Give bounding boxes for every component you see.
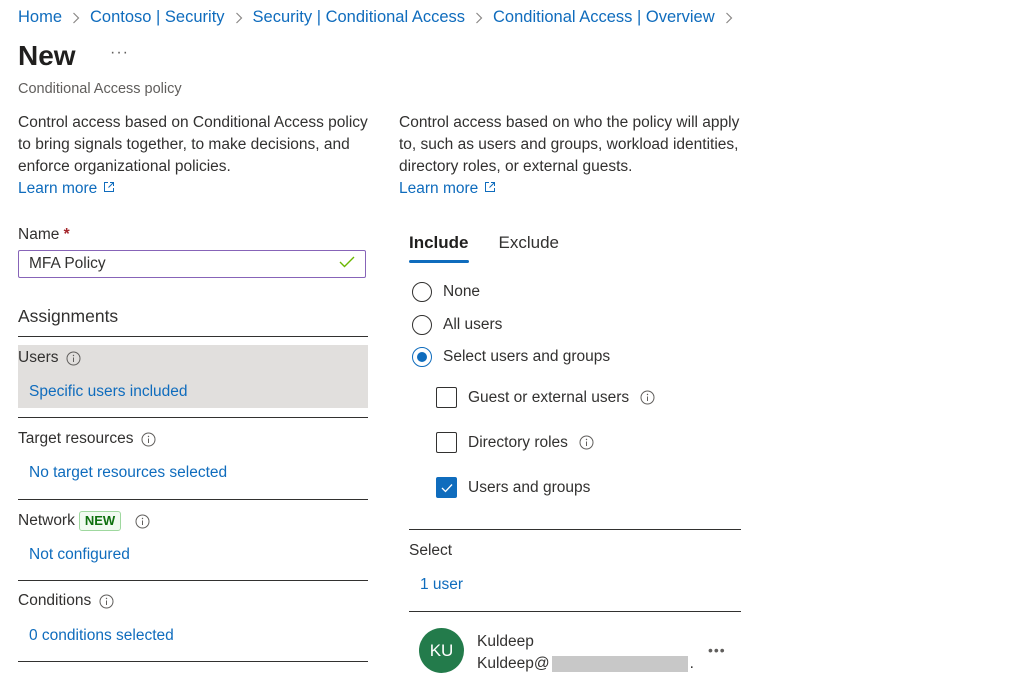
checkmark-icon <box>441 483 452 492</box>
info-icon[interactable] <box>66 351 81 366</box>
divider <box>18 661 368 662</box>
users-link[interactable]: Specific users included <box>29 383 188 401</box>
breadcrumb: Home Contoso | Security Security | Condi… <box>18 8 743 27</box>
info-icon[interactable] <box>135 514 150 529</box>
breadcrumb-security-conditional-access[interactable]: Security | Conditional Access <box>253 8 465 27</box>
divider <box>18 417 368 418</box>
users-section-title: Users <box>18 349 81 367</box>
network-title: Network NEW <box>18 511 150 531</box>
users-description-text: Control access based on who the policy w… <box>399 114 740 175</box>
checkmark-icon <box>339 255 355 273</box>
breadcrumb-home[interactable]: Home <box>18 8 62 27</box>
name-input-value[interactable]: MFA Policy <box>29 255 339 273</box>
target-resources-link[interactable]: No target resources selected <box>29 464 227 482</box>
checkbox-directory-roles[interactable]: Directory roles <box>436 432 594 453</box>
name-input[interactable]: MFA Policy <box>18 250 366 278</box>
checkbox[interactable] <box>436 477 457 498</box>
breadcrumb-contoso-security[interactable]: Contoso | Security <box>90 8 225 27</box>
divider <box>409 529 741 530</box>
checkbox-label: Directory roles <box>468 433 568 451</box>
page-title: New <box>18 40 76 71</box>
required-indicator: * <box>63 226 70 243</box>
checkbox[interactable] <box>436 387 457 408</box>
learn-more-label: Learn more <box>18 180 98 197</box>
radio-label: None <box>443 283 481 300</box>
divider <box>18 580 368 581</box>
checkbox-users-and-groups[interactable]: Users and groups <box>436 477 590 498</box>
conditions-title-text: Conditions <box>18 592 92 609</box>
target-resources-title-text: Target resources <box>18 430 134 447</box>
radio-all-users[interactable]: All users <box>412 315 502 335</box>
more-options-button[interactable]: ··· <box>110 44 129 62</box>
redacted-block <box>551 656 688 672</box>
email-suffix: . <box>689 655 694 672</box>
include-exclude-tabs: Include Exclude <box>409 233 559 263</box>
divider <box>18 499 368 500</box>
network-title-text: Network <box>18 512 75 529</box>
radio-label: Select users and groups <box>443 348 611 365</box>
target-resources-title: Target resources <box>18 430 156 448</box>
name-label: Name * <box>18 226 70 244</box>
breadcrumb-conditional-access-overview[interactable]: Conditional Access | Overview <box>493 8 715 27</box>
tab-include[interactable]: Include <box>409 233 469 263</box>
chevron-right-icon <box>725 12 733 24</box>
chevron-right-icon <box>475 12 483 24</box>
radio-select-users-and-groups[interactable]: Select users and groups <box>412 347 610 367</box>
learn-more-label: Learn more <box>399 180 479 197</box>
name-label-text: Name <box>18 226 60 243</box>
conditions-link[interactable]: 0 conditions selected <box>29 627 174 645</box>
tab-exclude[interactable]: Exclude <box>499 233 559 263</box>
radio-button[interactable] <box>412 347 432 367</box>
info-icon[interactable] <box>99 594 114 609</box>
page-subtitle: Conditional Access policy <box>18 81 182 97</box>
radio-none[interactable]: None <box>412 282 480 302</box>
policy-description: Control access based on Conditional Acce… <box>18 112 368 200</box>
network-link[interactable]: Not configured <box>29 546 130 564</box>
select-label: Select <box>409 542 453 559</box>
assignments-heading: Assignments <box>18 306 119 326</box>
chevron-right-icon <box>72 12 80 24</box>
users-description: Control access based on who the policy w… <box>399 112 749 200</box>
learn-more-link[interactable]: Learn more <box>399 178 496 200</box>
divider <box>409 611 741 612</box>
checkbox-label: Users and groups <box>468 478 591 496</box>
selected-user-name: Kuldeep <box>477 633 534 650</box>
external-link-icon <box>484 178 496 200</box>
external-link-icon <box>103 178 115 200</box>
policy-description-text: Control access based on Conditional Acce… <box>18 114 368 175</box>
new-badge: NEW <box>78 511 122 531</box>
info-icon[interactable] <box>141 432 156 447</box>
learn-more-link[interactable]: Learn more <box>18 178 115 200</box>
user-more-options-button[interactable]: ••• <box>708 642 726 658</box>
divider <box>18 336 368 337</box>
selected-user-email: Kuldeep@ . <box>477 655 694 673</box>
avatar: KU <box>419 628 464 673</box>
radio-button[interactable] <box>412 282 432 302</box>
info-icon[interactable] <box>579 435 594 450</box>
chevron-right-icon <box>235 12 243 24</box>
email-prefix: Kuldeep@ <box>477 655 550 672</box>
select-users-link[interactable]: 1 user <box>420 576 463 594</box>
users-title-text: Users <box>18 349 59 366</box>
info-icon[interactable] <box>640 390 655 405</box>
conditions-title: Conditions <box>18 592 114 610</box>
checkbox-label: Guest or external users <box>468 388 630 406</box>
checkbox-guest-external-users[interactable]: Guest or external users <box>436 387 655 408</box>
checkbox[interactable] <box>436 432 457 453</box>
radio-label: All users <box>443 316 503 333</box>
radio-button[interactable] <box>412 315 432 335</box>
